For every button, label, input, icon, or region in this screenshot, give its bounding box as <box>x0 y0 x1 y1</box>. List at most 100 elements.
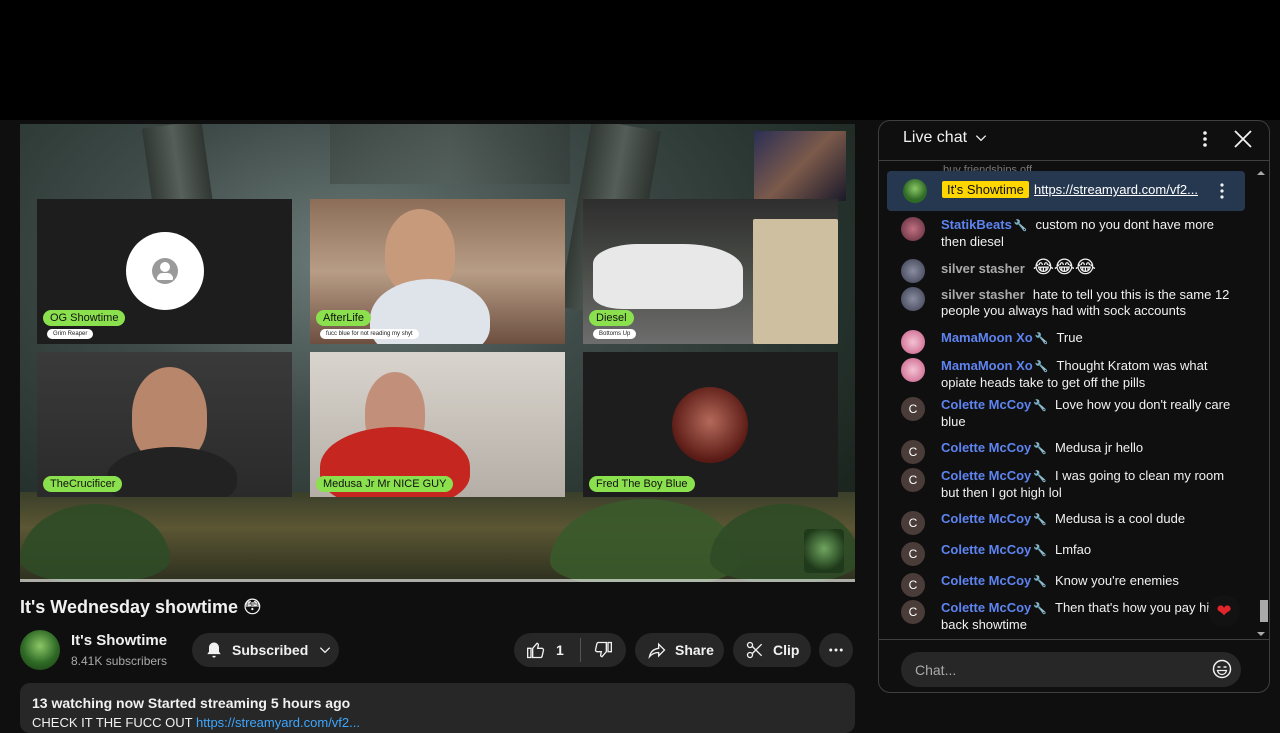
wrench-icon: 🔧 <box>1033 471 1047 483</box>
more-vertical-icon[interactable] <box>1197 129 1213 154</box>
chat-input[interactable] <box>901 652 1241 687</box>
thumbs-down-icon <box>593 640 613 660</box>
live-chat-panel: Live chat buy friendships off It's Showt… <box>878 120 1270 693</box>
author-avatar: C <box>901 542 925 566</box>
description-link[interactable]: https://streamyard.com/vf2... <box>196 715 360 730</box>
author-name[interactable]: Colette McCoy 🔧 <box>941 397 1047 412</box>
author-name[interactable]: silver stasher <box>941 287 1025 302</box>
author-avatar: C <box>901 440 925 464</box>
more-vertical-icon[interactable] <box>1217 182 1227 205</box>
author-name[interactable]: Colette McCoy 🔧 <box>941 440 1047 455</box>
description-line: CHECK IT THE FUCC OUT https://streamyard… <box>32 715 843 730</box>
video-player[interactable]: OG Showtime Grim Reaper AfterLife fucc b… <box>20 124 855 582</box>
participant-tile: TheCrucificer <box>37 352 292 497</box>
clip-button[interactable]: Clip <box>733 633 811 667</box>
subscribed-label: Subscribed <box>232 642 309 658</box>
author-avatar <box>901 358 925 382</box>
chat-message: C Colette McCoy 🔧 Know you're enemies <box>901 573 1237 597</box>
wrench-icon: 🔧 <box>1034 361 1049 373</box>
participant-tile: Medusa Jr Mr NICE GUY <box>310 352 565 497</box>
channel-watermark <box>804 529 844 573</box>
participant-tile: Diesel Bottoms Up <box>583 199 838 344</box>
author-avatar: C <box>901 573 925 597</box>
author-name[interactable]: MamaMoon Xo 🔧 <box>941 330 1048 345</box>
channel-avatar[interactable] <box>20 630 60 670</box>
author-avatar <box>901 330 925 354</box>
author-avatar <box>901 259 925 283</box>
author-name[interactable]: silver stasher <box>941 261 1025 276</box>
participant-tile: AfterLife fucc blue for not reading my s… <box>310 199 565 344</box>
like-dislike-group: 1 <box>514 633 626 667</box>
author-avatar: C <box>901 397 925 421</box>
bell-icon <box>204 640 224 660</box>
author-avatar: C <box>901 468 925 492</box>
author-avatar <box>901 287 925 311</box>
channel-name[interactable]: It's Showtime <box>71 632 167 649</box>
thumbs-up-icon <box>526 640 546 660</box>
pinned-message[interactable]: It's Showtime https://streamyard.com/vf2… <box>887 171 1245 211</box>
dislike-button[interactable] <box>593 640 613 660</box>
participant-subtitle: Bottoms Up <box>593 329 637 339</box>
share-button[interactable]: Share <box>635 633 724 667</box>
participant-subtitle: fucc blue for not reading my shyt <box>320 329 419 339</box>
share-label: Share <box>675 642 714 658</box>
description-box[interactable]: 13 watching now Started streaming 5 hour… <box>20 683 855 733</box>
divider <box>579 638 581 662</box>
stream-stats: 13 watching now Started streaming 5 hour… <box>32 695 351 711</box>
chat-message: C Colette McCoy 🔧 Medusa jr hello <box>901 440 1237 464</box>
participant-avatar <box>672 387 748 463</box>
heart-reaction-icon[interactable]: ❤ <box>1208 595 1240 627</box>
author-name[interactable]: Colette McCoy 🔧 <box>941 511 1047 526</box>
chat-message: C Colette McCoy 🔧 Lmfao <box>901 542 1237 566</box>
message-text: 😂😂😂 <box>1032 257 1096 277</box>
author-avatar: C <box>901 600 925 624</box>
chat-message: C Colette McCoy 🔧 I was going to clean my … <box>901 468 1237 501</box>
like-button[interactable]: 1 <box>526 640 564 660</box>
channel-row: It's Showtime 8.41K subscribers Subscrib… <box>20 630 855 670</box>
participant-name: Fred The Boy Blue <box>589 476 695 492</box>
overlay-image <box>754 131 846 201</box>
background-mist <box>330 124 570 184</box>
wrench-icon: 🔧 <box>1033 603 1047 615</box>
subscriber-count: 8.41K subscribers <box>71 654 168 668</box>
chat-scrollbar[interactable] <box>1254 169 1268 639</box>
close-icon[interactable] <box>1233 129 1253 154</box>
wrench-icon: 🔧 <box>1033 545 1047 557</box>
chat-input-area <box>879 639 1269 692</box>
emoji-icon[interactable] <box>1212 659 1232 684</box>
chat-message: MamaMoon Xo 🔧 True <box>901 330 1237 354</box>
author-name[interactable]: Colette McCoy 🔧 <box>941 468 1047 483</box>
message-text: True <box>1056 330 1083 345</box>
message-text: Medusa jr hello <box>1055 440 1144 455</box>
chat-message: MamaMoon Xo 🔧 Thought Kratom was what opia… <box>901 358 1237 391</box>
author-avatar: C <box>901 511 925 535</box>
chat-message: C Colette McCoy 🔧 Love how you don't reall… <box>901 397 1237 430</box>
scrollbar-thumb[interactable] <box>1260 600 1268 622</box>
wrench-icon: 🔧 <box>1033 400 1047 412</box>
scissors-icon <box>745 640 765 660</box>
participant-video <box>593 244 743 309</box>
progress-bar[interactable] <box>20 579 855 582</box>
top-black-bar <box>0 0 1280 120</box>
subscribed-button[interactable]: Subscribed <box>192 633 339 667</box>
message-text: Medusa is a cool dude <box>1055 511 1186 526</box>
participant-name: TheCrucificer <box>43 476 123 492</box>
author-name[interactable]: StatikBeats 🔧 <box>941 217 1028 232</box>
default-avatar-icon <box>126 232 204 310</box>
video-title: It's Wednesday showtime 😳 <box>20 597 262 617</box>
chat-mode-dropdown[interactable]: Live chat <box>903 129 988 147</box>
chat-title: Live chat <box>903 129 968 146</box>
chat-message: silver stasher hate to tell you this is t… <box>901 287 1237 319</box>
author-name[interactable]: Colette McCoy 🔧 <box>941 573 1047 588</box>
participant-name: OG Showtime <box>43 310 126 326</box>
chevron-down-icon <box>318 643 332 657</box>
more-actions-button[interactable] <box>819 633 853 667</box>
wrench-icon: 🔧 <box>1033 443 1047 455</box>
pinned-link[interactable]: https://streamyard.com/vf2... <box>1034 182 1204 197</box>
author-name[interactable]: Colette McCoy 🔧 <box>941 600 1047 615</box>
author-name[interactable]: Colette McCoy 🔧 <box>941 542 1047 557</box>
author-avatar <box>901 217 925 241</box>
participant-tile: OG Showtime Grim Reaper <box>37 199 292 344</box>
participant-subtitle: Grim Reaper <box>47 329 94 339</box>
author-name[interactable]: MamaMoon Xo 🔧 <box>941 358 1048 373</box>
